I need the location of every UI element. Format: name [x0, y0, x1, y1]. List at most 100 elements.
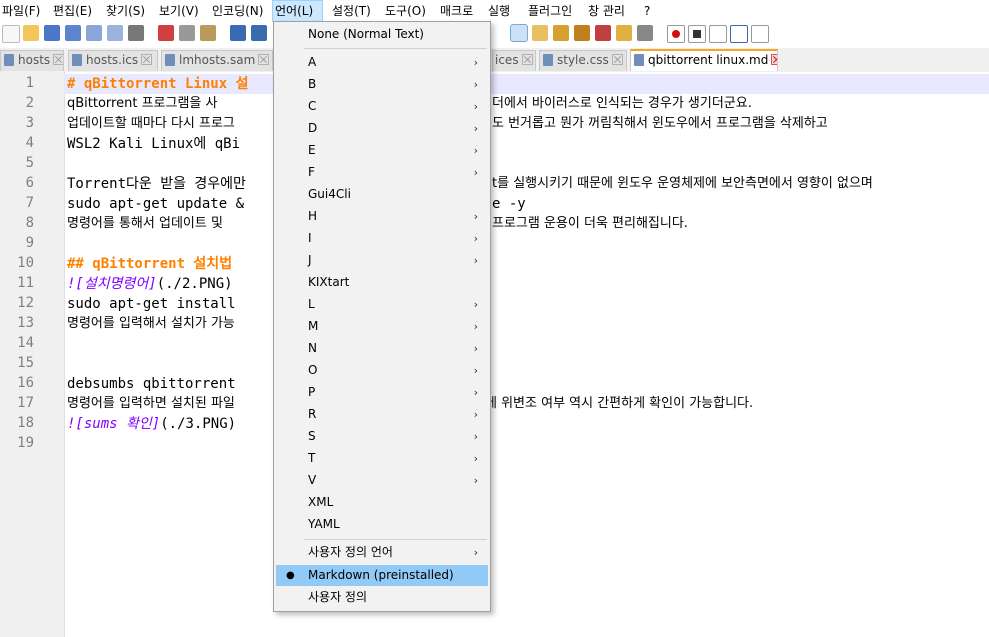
line-number: 17: [17, 395, 34, 411]
lang-item-markdown-preinstalled[interactable]: ● Markdown (preinstalled): [276, 565, 488, 586]
save-icon[interactable]: [44, 25, 60, 41]
lang-item-i[interactable]: I ›: [276, 228, 488, 249]
play-macro-icon[interactable]: [709, 25, 727, 43]
tab-services[interactable]: ices: [492, 50, 536, 71]
lang-item-a[interactable]: A ›: [276, 52, 488, 73]
editor-text-area[interactable]: # qBittorrent Linux 설 qBittorrent 프로그램을 …: [64, 72, 989, 637]
menu-macro[interactable]: 매크로: [438, 0, 475, 22]
lang-item-none[interactable]: None (Normal Text): [276, 24, 488, 45]
save-macro-icon[interactable]: [751, 25, 769, 43]
tab-hosts-ics[interactable]: hosts.ics: [68, 50, 158, 71]
lang-item-user-defined-language[interactable]: 사용자 정의 언어 ›: [276, 542, 488, 563]
menu-search[interactable]: 찾기(S): [104, 0, 147, 22]
close-all-icon[interactable]: [107, 25, 123, 41]
menu-run[interactable]: 실행: [486, 0, 512, 22]
tab-close-icon[interactable]: [258, 54, 270, 65]
menu-plugins[interactable]: 플러그인: [526, 0, 574, 22]
doc-map-icon[interactable]: [532, 25, 548, 41]
menu-window[interactable]: 창 관리: [586, 0, 627, 22]
line-text: 도 번거롭고 뭔가 꺼림칙해서 윈도우에서 프로그램을 삭제하고: [492, 116, 828, 131]
menu-help[interactable]: ?: [642, 0, 652, 22]
lang-item-s[interactable]: S ›: [276, 426, 488, 447]
tab-label: hosts: [18, 53, 51, 67]
lang-item-xml[interactable]: XML: [276, 492, 488, 513]
menu-view[interactable]: 보기(V): [157, 0, 201, 22]
editor-line-1: # qBittorrent Linux 설: [64, 74, 989, 94]
print-icon[interactable]: [128, 25, 144, 41]
pen-icon[interactable]: [595, 25, 611, 41]
lang-item-j[interactable]: J ›: [276, 250, 488, 271]
folder-workspace-icon[interactable]: [574, 25, 590, 41]
line-text: 에 위변조 여부 역시 간편하게 확인이 가능합니다.: [485, 396, 754, 411]
editor-line-8-right: 프로그램 운용이 더욱 편리해집니다.: [492, 214, 688, 234]
tab-hosts[interactable]: hosts: [0, 50, 64, 71]
line-number: 7: [25, 195, 34, 211]
lang-item-e[interactable]: E ›: [276, 140, 488, 161]
lang-item-f[interactable]: F ›: [276, 162, 488, 183]
submenu-arrow-icon: ›: [473, 166, 478, 179]
menu-tools[interactable]: 도구(O): [383, 0, 428, 22]
tab-close-icon[interactable]: [771, 54, 777, 65]
lang-item-p[interactable]: P ›: [276, 382, 488, 403]
lang-item-user-defined[interactable]: 사용자 정의: [276, 587, 488, 608]
lang-item-t[interactable]: T ›: [276, 448, 488, 469]
copy-icon[interactable]: [179, 25, 195, 41]
lang-item-o[interactable]: O ›: [276, 360, 488, 381]
menu-item-label: C: [308, 99, 317, 113]
submenu-arrow-icon: ›: [473, 232, 478, 245]
image-link-text: ![설치명령어]: [67, 276, 157, 292]
undo-icon[interactable]: [230, 25, 246, 41]
tab-close-icon[interactable]: [53, 54, 63, 65]
eye-icon[interactable]: [637, 25, 653, 41]
run-multiple-macro-icon[interactable]: [730, 25, 748, 43]
lang-item-h[interactable]: H ›: [276, 206, 488, 227]
tab-qbittorrent-linux-md[interactable]: qbittorrent linux.md: [630, 49, 778, 71]
editor-line-2-right: 더에서 바이러스로 인식되는 경우가 생기더군요.: [492, 94, 752, 114]
stop-macro-icon[interactable]: [688, 25, 706, 43]
menu-file[interactable]: 파일(F): [0, 0, 42, 22]
editor-line-11: ![설치명령어](./2.PNG): [67, 274, 233, 294]
open-folder-icon[interactable]: [23, 25, 39, 41]
menu-item-label: 사용자 정의 언어: [308, 545, 393, 559]
lang-item-n[interactable]: N ›: [276, 338, 488, 359]
submenu-arrow-icon: ›: [473, 100, 478, 113]
new-file-icon[interactable]: [2, 25, 20, 43]
save-all-icon[interactable]: [65, 25, 81, 41]
function-list-icon[interactable]: [553, 25, 569, 41]
line-text: ## qBittorrent 설치법: [67, 256, 233, 272]
tab-close-icon[interactable]: [141, 54, 153, 65]
monitor-icon[interactable]: [616, 25, 632, 41]
lang-item-c[interactable]: C ›: [276, 96, 488, 117]
lang-item-r[interactable]: R ›: [276, 404, 488, 425]
cut-icon[interactable]: [158, 25, 174, 41]
paste-icon[interactable]: [200, 25, 216, 41]
record-macro-icon[interactable]: [667, 25, 685, 43]
line-number: 10: [17, 255, 34, 271]
lang-item-b[interactable]: B ›: [276, 74, 488, 95]
lang-item-m[interactable]: M ›: [276, 316, 488, 337]
tab-close-icon[interactable]: [521, 54, 533, 65]
close-icon[interactable]: [86, 25, 102, 41]
lang-item-yaml[interactable]: YAML: [276, 514, 488, 535]
menu-language[interactable]: 언어(L): [272, 0, 323, 22]
lang-item-v[interactable]: V ›: [276, 470, 488, 491]
file-icon: [4, 54, 14, 66]
tab-lmhosts-sam[interactable]: lmhosts.sam: [161, 50, 273, 71]
tab-label: ices: [495, 53, 519, 67]
lang-item-d[interactable]: D ›: [276, 118, 488, 139]
menu-edit[interactable]: 편집(E): [51, 0, 94, 22]
lang-item-l[interactable]: L ›: [276, 294, 488, 315]
tab-close-icon[interactable]: [611, 54, 623, 65]
editor-line-2: qBittorrent 프로그램을 사: [67, 94, 217, 114]
menu-item-label: KIXtart: [308, 275, 350, 289]
word-wrap-icon[interactable]: [510, 24, 528, 42]
menu-settings[interactable]: 설정(T): [330, 0, 373, 22]
menu-encoding[interactable]: 인코딩(N): [210, 0, 265, 22]
redo-icon[interactable]: [251, 25, 267, 41]
menu-item-label: N: [308, 341, 317, 355]
menu-item-label: D: [308, 121, 318, 135]
menu-item-label: P: [308, 385, 316, 399]
lang-item-kixtart[interactable]: KIXtart: [276, 272, 488, 293]
tab-style-css[interactable]: style.css: [539, 50, 627, 71]
lang-item-gui4cli[interactable]: Gui4Cli: [276, 184, 488, 205]
